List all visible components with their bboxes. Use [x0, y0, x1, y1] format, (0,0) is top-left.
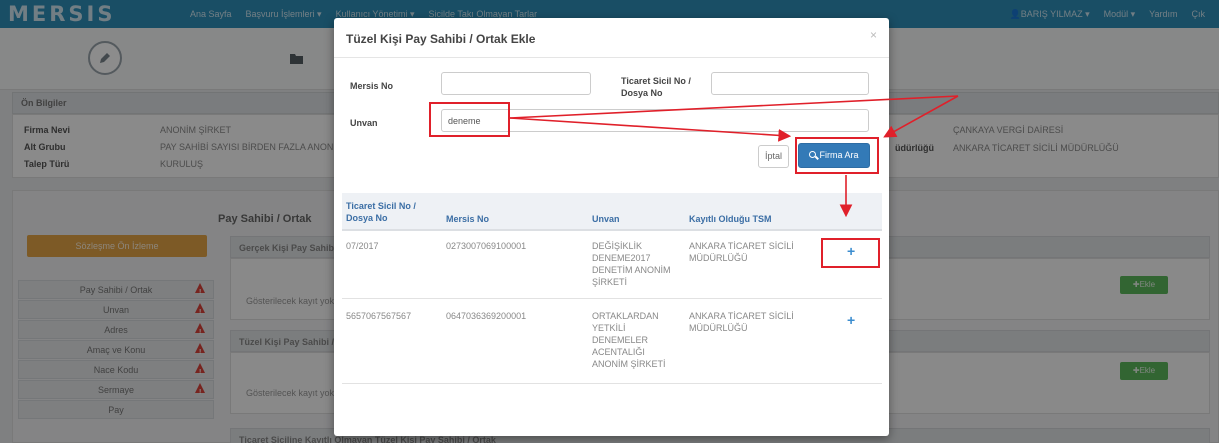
mersis-no-label: Mersis No: [350, 81, 394, 91]
row1-mersis: 0273007069100001: [446, 241, 527, 251]
annotation-box-unvan: [429, 102, 510, 137]
row1-tsm: ANKARA TİCARET SİCİLİ MÜDÜRLÜĞÜ: [689, 241, 794, 263]
modal-title: Tüzel Kişi Pay Sahibi / Ortak Ekle: [346, 32, 536, 46]
column-header-mersis: Mersis No: [446, 214, 490, 224]
row1-sicil: 07/2017: [346, 241, 379, 251]
table-row-divider: [342, 383, 882, 384]
row2-mersis: 0647036369200001: [446, 311, 527, 321]
row1-unvan: DEĞİŞİKLİK DENEME2017 DENETİM ANONİM ŞİR…: [592, 241, 671, 287]
modal-divider: [334, 57, 889, 58]
column-header-unvan: Unvan: [592, 214, 620, 224]
tuzel-kisi-ekle-modal: Tüzel Kişi Pay Sahibi / Ortak Ekle × Mer…: [334, 18, 889, 436]
column-header-tsm: Kayıtlı Olduğu TSM: [689, 214, 772, 224]
ticaret-sicil-label: Ticaret Sicil No / Dosya No: [621, 76, 691, 98]
results-table-header: [342, 193, 882, 231]
annotation-box-add-row: [821, 238, 880, 268]
row2-tsm: ANKARA TİCARET SİCİLİ MÜDÜRLÜĞÜ: [689, 311, 794, 333]
plus-icon[interactable]: +: [847, 312, 855, 328]
iptal-button[interactable]: İptal: [758, 145, 789, 168]
mersis-no-input[interactable]: [441, 72, 591, 95]
row2-sicil: 5657067567567: [346, 311, 412, 321]
annotation-box-firma-ara: [795, 137, 879, 174]
unvan-label: Unvan: [350, 118, 378, 128]
table-row-divider: [342, 298, 882, 299]
column-header-sicil: Ticaret Sicil No / Dosya No: [346, 201, 416, 223]
row2-unvan: ORTAKLARDAN YETKİLİ DENEMELER ACENTALIĞI…: [592, 311, 666, 369]
ticaret-sicil-input[interactable]: [711, 72, 869, 95]
close-icon[interactable]: ×: [870, 28, 877, 42]
